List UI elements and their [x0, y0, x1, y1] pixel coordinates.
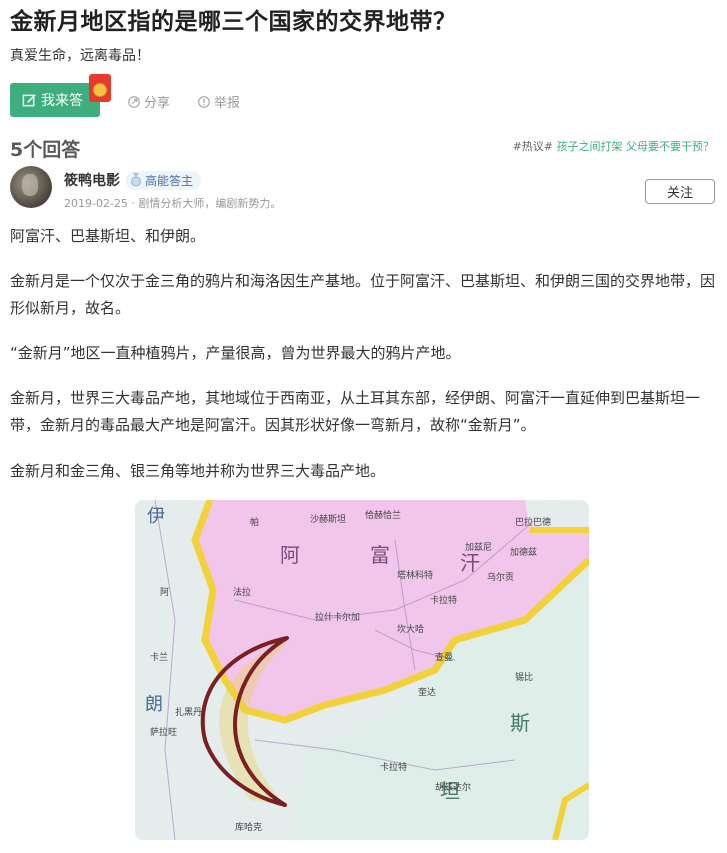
place-label: 乌尔贡: [487, 571, 514, 583]
country-label: 伊: [147, 506, 165, 527]
answer-paragraph: 金新月和金三角、银三角等地并称为世界三大毒品产地。: [10, 462, 386, 480]
hot-topic[interactable]: #热议# 孩子之间打架 父母要不要干预？: [513, 138, 714, 154]
answer-paragraph: 金新月是一个仅次于金三角的鸦片和海洛因生产基地。位于阿富汗、巴基斯坦、和伊朗三国…: [10, 272, 716, 317]
place-label: 坎大哈: [397, 623, 424, 635]
place-label: 查曼: [435, 651, 453, 663]
place-label: 卡拉特: [380, 761, 407, 773]
question-subtitle: 真爱生命，远离毒品！: [10, 48, 150, 64]
place-label: 胡兹达尔: [435, 781, 471, 793]
place-label: 恰赫恰兰: [365, 509, 401, 521]
place-label: 卡拉特: [430, 594, 457, 606]
place-label: 帕: [250, 516, 259, 528]
answer-paragraph: “金新月”地区一直种植鸦片，产量很高，曾为世界最大的鸦片产地。: [10, 344, 461, 362]
follow-button[interactable]: 关注: [645, 179, 715, 204]
map-image: 伊 朗 阿 富 汗 斯 坦 帕 沙赫斯坦 恰赫恰兰 加兹尼 巴拉巴德 加德兹 法…: [135, 500, 589, 840]
place-label: 沙赫斯坦: [310, 513, 346, 525]
country-label: 汗: [460, 551, 480, 575]
answer-button-label: 我来答: [41, 93, 83, 109]
share-icon: [128, 95, 140, 108]
warning-icon: [198, 95, 210, 108]
answer-count: 5个回答: [10, 139, 81, 161]
place-label: 加兹尼: [465, 541, 492, 553]
country-label: 富: [370, 543, 390, 567]
badge-label: 高能答主: [145, 173, 194, 188]
answer-paragraph: 金新月，世界三大毒品产地，其地域位于西南亚，从土耳其东部，经伊朗、阿富汗一直延伸…: [10, 389, 701, 434]
place-label: 奎达: [418, 686, 436, 698]
place-label: 拉什卡尔加: [315, 611, 360, 623]
report-label: 举报: [214, 96, 241, 111]
hot-tag: #热议#: [512, 140, 553, 153]
place-label: 加德兹: [510, 546, 537, 558]
country-label: 朗: [145, 694, 163, 715]
answer-paragraph: 阿富汗、巴基斯坦、和伊朗。: [10, 227, 206, 245]
place-label: 阿: [160, 587, 169, 598]
hot-topic-link[interactable]: 孩子之间打架 父母要不要干预？: [557, 140, 715, 153]
place-label: 库哈克: [235, 821, 262, 833]
share-label: 分享: [144, 96, 171, 111]
medal-icon: [131, 173, 141, 187]
place-label: 卡兰: [150, 651, 168, 663]
answer-button[interactable]: 我来答: [10, 83, 100, 117]
country-label: 阿: [280, 543, 300, 567]
place-label: 锡比: [515, 671, 533, 683]
place-label: 萨拉旺: [150, 726, 177, 738]
share-button[interactable]: 分享: [127, 92, 170, 111]
red-envelope-icon[interactable]: [89, 74, 111, 102]
place-label: 巴拉巴德: [515, 516, 551, 528]
badge: 高能答主: [126, 170, 202, 190]
question-title: 金新月地区指的是哪三个国家的交界地带？: [10, 9, 457, 35]
author-block: 筱鸭电影 高能答主: [64, 170, 202, 190]
country-label: 斯: [510, 711, 530, 735]
report-button[interactable]: 举报: [197, 92, 240, 111]
edit-icon: [22, 93, 36, 106]
avatar[interactable]: [10, 166, 52, 208]
place-label: 扎黑丹: [175, 706, 202, 718]
author-name[interactable]: 筱鸭电影: [64, 170, 120, 190]
place-label: 法拉: [233, 586, 251, 598]
place-label: 塔林科特: [397, 569, 433, 581]
answer-meta: 2019-02-25 · 剧情分析大师，编剧新势力。: [64, 197, 282, 210]
